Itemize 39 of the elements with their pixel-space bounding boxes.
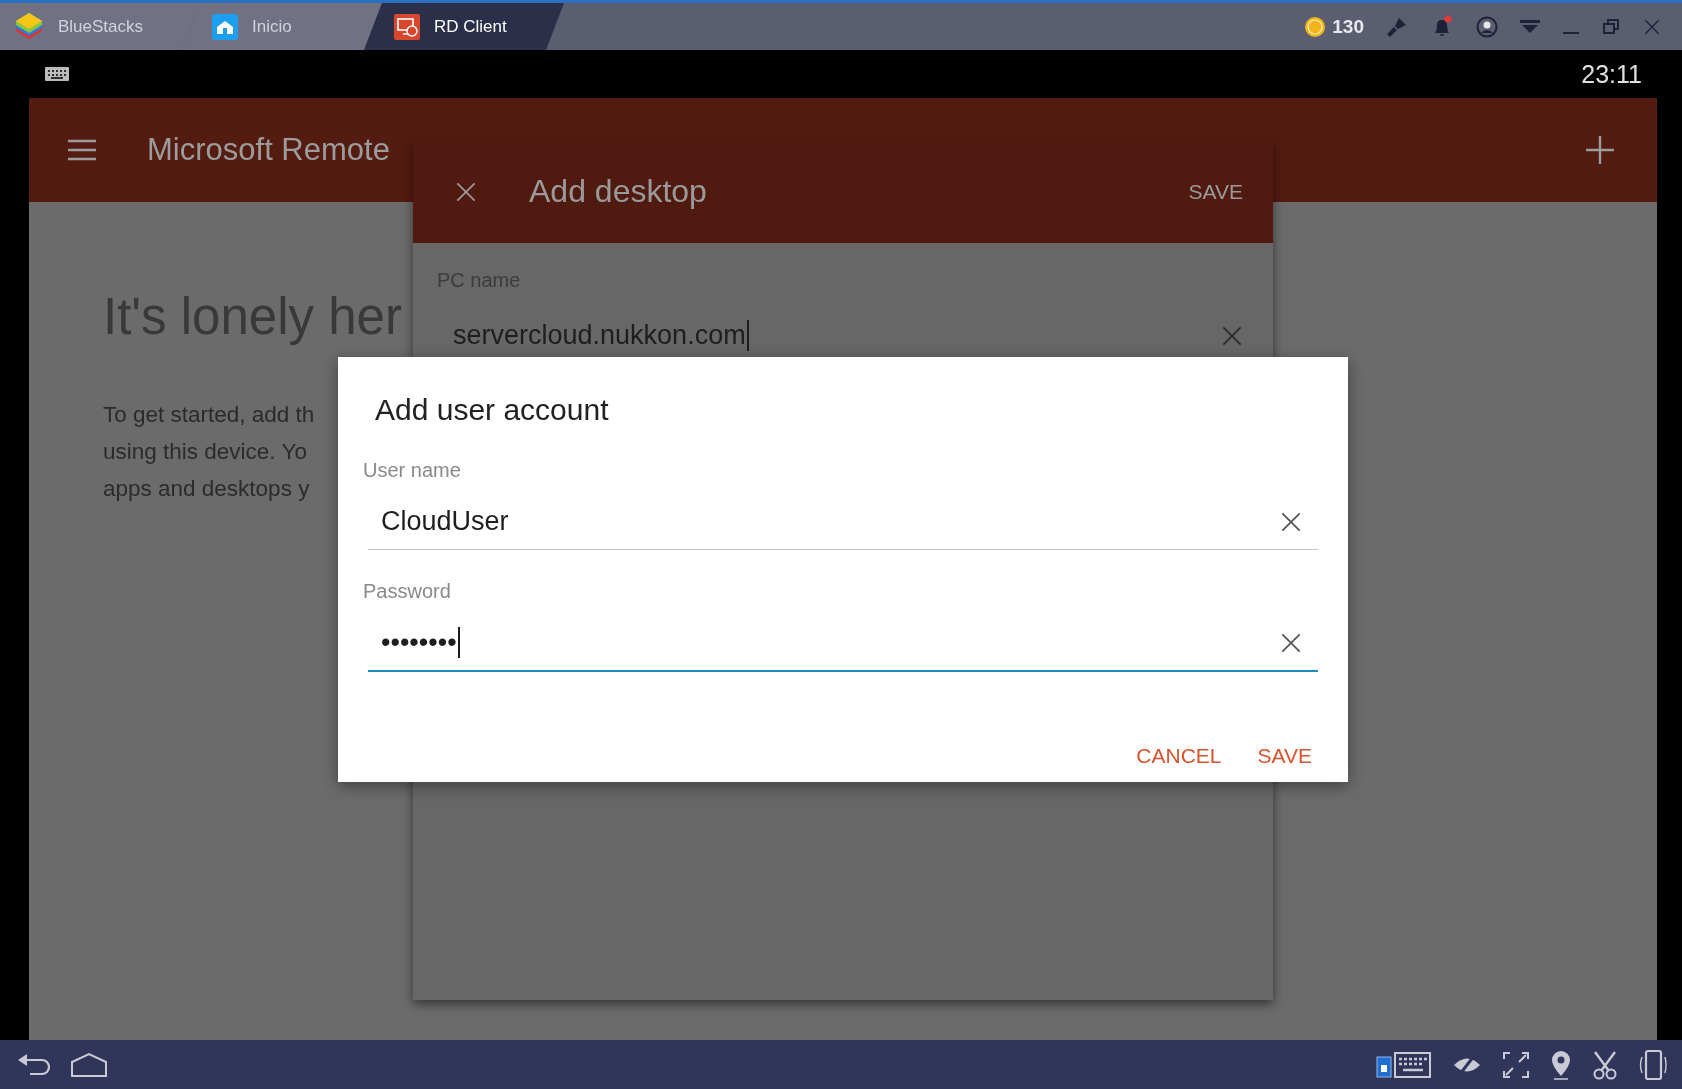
save-button[interactable]: SAVE [1182, 173, 1249, 210]
brush-icon[interactable] [1386, 15, 1408, 38]
clock-time: 23:11 [1581, 59, 1642, 89]
keyboard-toggle-icon[interactable] [1376, 1051, 1432, 1078]
pc-name-value[interactable]: servercloud.nukkon.com [453, 320, 749, 351]
back-icon[interactable] [16, 1051, 52, 1078]
field-label: Password [363, 580, 451, 603]
location-pin-icon[interactable] [1550, 1049, 1572, 1080]
menu-icon[interactable] [67, 138, 97, 162]
layers-logo-icon [14, 12, 44, 41]
dialog-title: Add user account [375, 393, 609, 427]
house-icon [212, 13, 238, 40]
resize-icon[interactable] [1502, 1050, 1530, 1079]
field-value: •••••••• [381, 627, 460, 658]
dialog-button[interactable]: CANCEL [1128, 736, 1230, 776]
tab[interactable]: RD Client [364, 3, 564, 50]
home-icon[interactable] [70, 1051, 108, 1078]
restore-icon[interactable] [1602, 17, 1620, 36]
coin-count: 130 [1332, 15, 1364, 38]
input-field[interactable]: •••••••• [368, 627, 1318, 672]
field-value: CloudUser [381, 506, 510, 537]
tab[interactable]: BlueStacks [0, 3, 200, 50]
remote-desktop-icon [394, 13, 420, 40]
field-label: User name [363, 459, 461, 482]
input-field[interactable]: CloudUser [368, 506, 1318, 550]
sheet-title: Add desktop [529, 173, 707, 210]
scissors-icon[interactable] [1592, 1049, 1618, 1080]
empty-text-line: using this device. Yo [103, 438, 307, 466]
tab[interactable]: Inicio [182, 3, 382, 50]
keyboard-icon[interactable] [45, 67, 69, 81]
add-icon[interactable] [1585, 135, 1615, 165]
dialog-button[interactable]: SAVE [1249, 736, 1320, 776]
rotate-phone-icon[interactable] [1638, 1048, 1668, 1081]
app-title: Microsoft Remote [147, 132, 390, 168]
empty-text-line: apps and desktops y [103, 475, 310, 503]
empty-text-line: To get started, add th [103, 401, 315, 429]
account-icon[interactable] [1476, 15, 1498, 38]
coin-icon [1304, 15, 1327, 38]
dropdown-icon[interactable] [1520, 18, 1540, 35]
